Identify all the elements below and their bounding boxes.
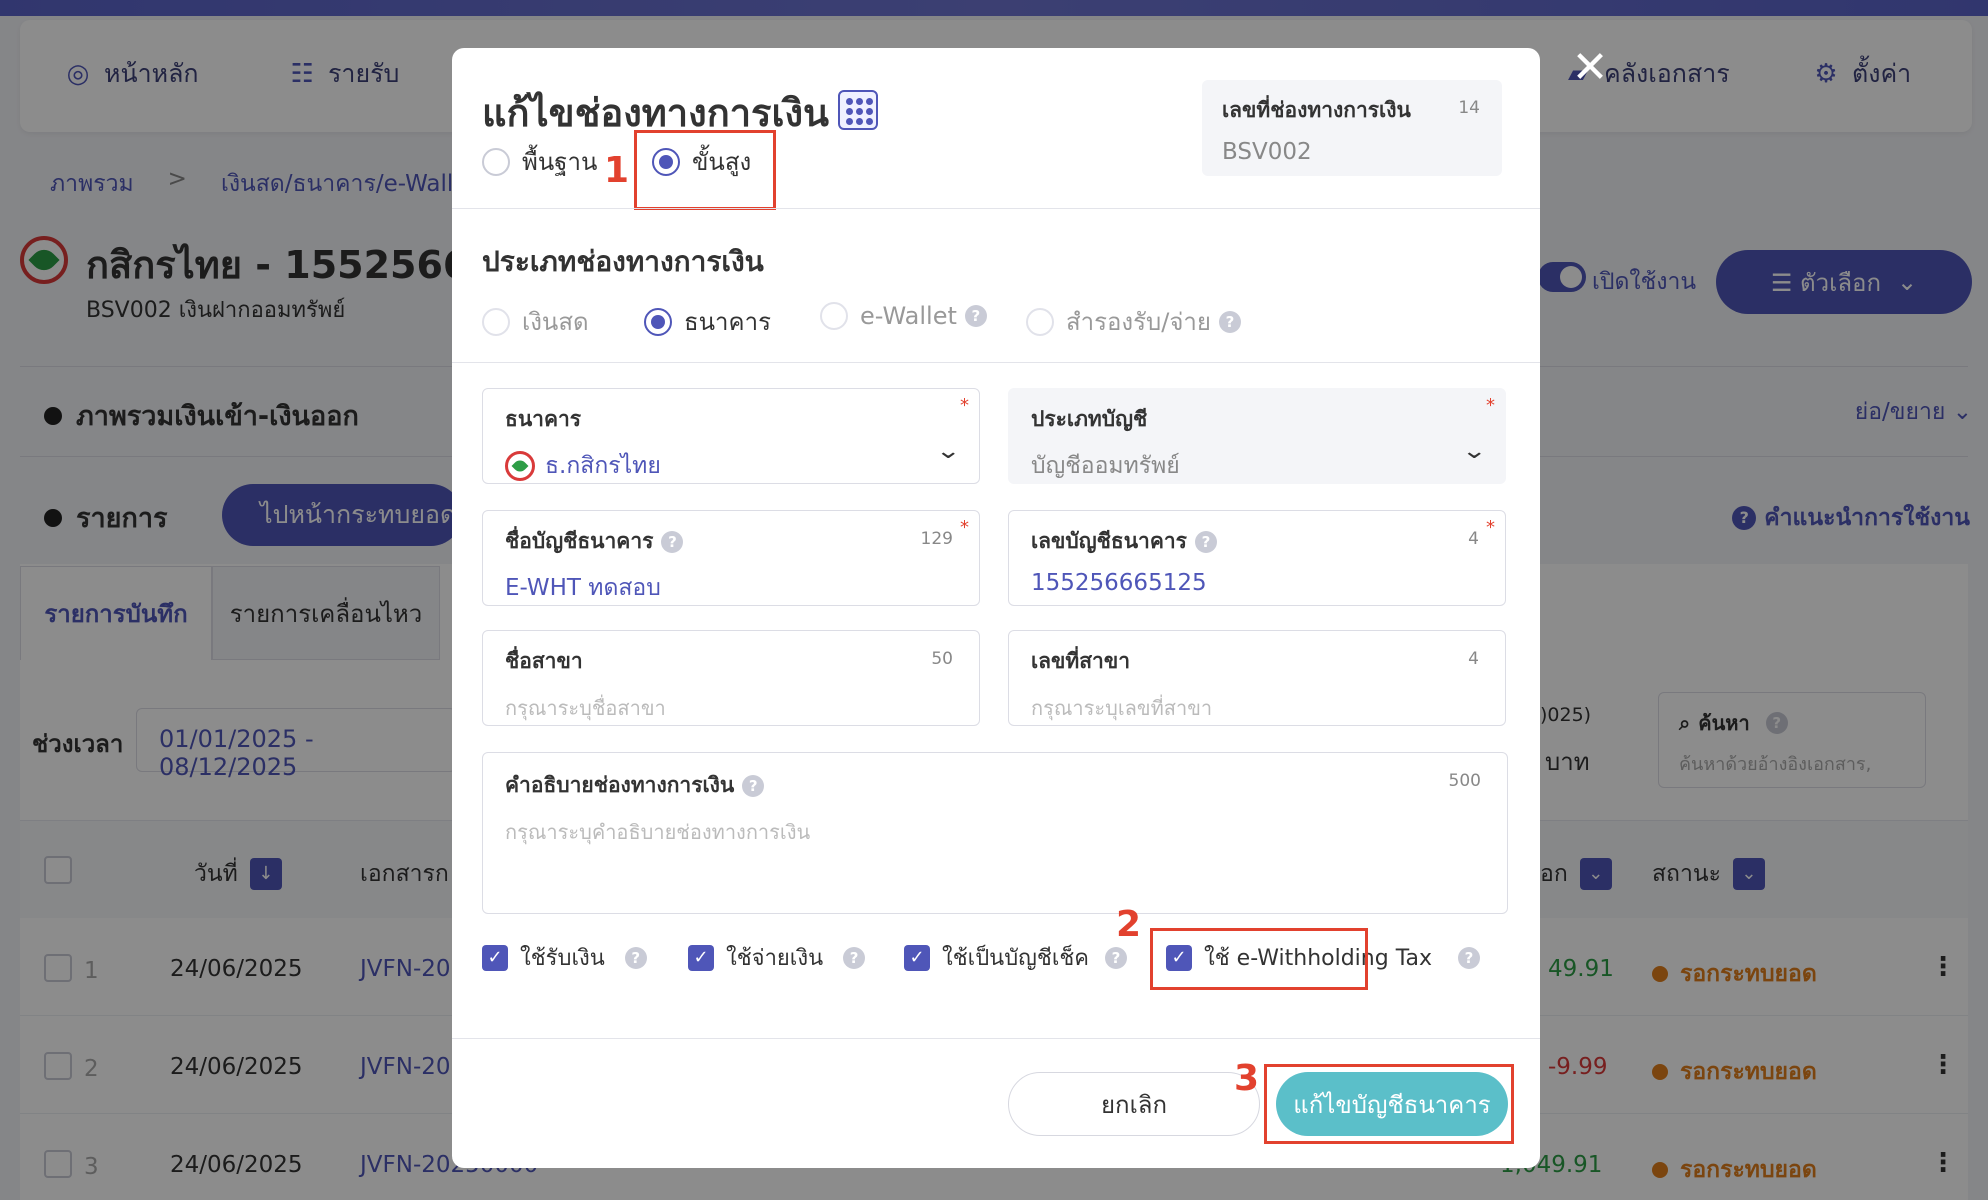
radio-icon [1026,307,1054,336]
help-icon[interactable]: ? [742,774,765,797]
help-icon[interactable]: ? [624,946,647,969]
radio-icon [820,302,848,330]
divider [452,1038,1540,1039]
kbank-logo-icon [505,451,535,481]
checkbox-checked-icon: ✓ [482,944,508,971]
pay-checkbox-label: ใช้จ่ายเงิน [726,946,824,971]
char-count: 4 [1468,529,1479,549]
account-type-value: บัญชีออมทรัพย์ [1031,453,1180,479]
account-number-label: เลขบัญชีธนาคาร [1031,529,1187,553]
close-icon[interactable]: ✕ [1570,46,1610,90]
char-count: 500 [1448,771,1481,791]
mode-basic-radio[interactable]: พื้นฐาน [482,142,597,181]
bank-value: ธ.กสิกรไทย [545,453,661,479]
type-bank-radio[interactable]: ธนาคาร [644,302,771,341]
channel-type-title: ประเภทช่องทางการเงิน [482,245,764,278]
chevron-down-icon: ⌄ [1460,439,1487,464]
type-cash-label: เงินสด [522,308,589,336]
account-name-label: ชื่อบัญชีธนาคาร [505,529,654,553]
help-icon[interactable]: ? [1194,530,1217,553]
pay-checkbox[interactable]: ✓ ใช้จ่ายเงิน ? [688,940,866,975]
highlight-box-advanced [634,130,776,210]
help-icon[interactable]: ? [661,530,684,553]
description-label: คำอธิบายช่องทางการเงิน [505,773,735,797]
account-name-label-row: ชื่อบัญชีธนาคาร ? [505,525,957,558]
type-ewallet-label: e-Wallet [860,302,957,330]
doc-number-box: เลขที่ช่องทางการเงิน 14 BSV002 [1202,80,1502,176]
description-field[interactable]: คำอธิบายช่องทางการเงิน ? กรุณาระบุคำอธิบ… [482,752,1508,914]
help-icon[interactable]: ? [1105,946,1128,969]
branch-name-field[interactable]: ชื่อสาขา กรุณาระบุชื่อสาขา 50 [482,630,980,726]
help-icon[interactable]: ? [843,946,866,969]
divider [452,362,1540,363]
branch-number-label: เลขที่สาขา [1031,649,1131,673]
checkbox-checked-icon: ✓ [904,944,930,971]
branch-name-placeholder: กรุณาระบุชื่อสาขา [505,696,666,720]
receive-checkbox-label: ใช้รับเงิน [520,946,605,971]
help-icon[interactable]: ? [964,305,987,327]
branch-number-field[interactable]: เลขที่สาขา กรุณาระบุเลขที่สาขา 4 [1008,630,1506,726]
annotation-number: 2 [1116,904,1142,945]
account-name-value: E-WHT ทดสอบ [505,575,661,601]
highlight-box-ewht [1150,928,1368,990]
required-mark: * [960,395,969,416]
radio-icon [482,307,510,336]
char-count: 50 [931,649,953,669]
type-reserve-label: สำรองรับ/จ่าย [1066,308,1211,336]
doc-number-value: BSV002 [1222,139,1312,165]
help-icon[interactable]: ? [1218,310,1241,333]
receive-checkbox[interactable]: ✓ ใช้รับเงิน ? [482,940,647,975]
char-count: 4 [1468,649,1479,669]
help-icon[interactable]: ? [1458,946,1480,969]
type-bank-label: ธนาคาร [684,308,771,336]
annotation-number: 3 [1234,1058,1260,1099]
required-mark: * [1486,395,1495,416]
apps-grid-icon[interactable] [838,90,878,130]
account-number-field[interactable]: เลขบัญชีธนาคาร ? 155256665125 4 * [1008,510,1506,606]
description-label-row: คำอธิบายช่องทางการเงิน ? [505,769,1485,802]
required-mark: * [960,517,969,538]
chevron-down-icon: ⌄ [934,439,961,464]
branch-number-placeholder: กรุณาระบุเลขที่สาขา [1031,696,1213,720]
highlight-box-save [1264,1064,1514,1144]
bank-label: ธนาคาร [505,407,582,431]
radio-selected-icon [644,307,672,336]
mode-basic-label: พื้นฐาน [522,148,598,176]
required-mark: * [1486,517,1495,538]
branch-name-label: ชื่อสาขา [505,649,583,673]
description-placeholder: กรุณาระบุคำอธิบายช่องทางการเงิน [505,820,811,844]
account-type-select[interactable]: ประเภทบัญชี บัญชีออมทรัพย์ * ⌄ [1008,388,1506,484]
type-cash-radio[interactable]: เงินสด [482,302,589,341]
cheque-account-checkbox-label: ใช้เป็นบัญชีเช็ค [942,946,1090,971]
account-number-label-row: เลขบัญชีธนาคาร ? [1031,525,1483,558]
divider [452,208,1540,209]
account-number-value: 155256665125 [1031,570,1207,596]
edit-channel-modal: แก้ไขช่องทางการเงิน พื้นฐาน ขั้นสูง 1 เล… [452,48,1540,1168]
account-type-label: ประเภทบัญชี [1031,407,1148,431]
bank-value-row: ธ.กสิกรไทย [505,448,957,484]
type-ewallet-radio[interactable]: e-Wallet ? [820,302,987,330]
checkbox-checked-icon: ✓ [688,944,714,971]
doc-number-count: 14 [1458,98,1480,118]
type-reserve-radio[interactable]: สำรองรับ/จ่าย ? [1026,302,1241,341]
cheque-account-checkbox[interactable]: ✓ ใช้เป็นบัญชีเช็ค ? [904,940,1128,975]
account-name-field[interactable]: ชื่อบัญชีธนาคาร ? E-WHT ทดสอบ 129 * [482,510,980,606]
doc-number-label: เลขที่ช่องทางการเงิน [1222,98,1411,122]
radio-icon [482,147,510,176]
cancel-button[interactable]: ยกเลิก [1008,1072,1260,1136]
bank-select[interactable]: ธนาคาร ธ.กสิกรไทย * ⌄ [482,388,980,484]
char-count: 129 [920,529,953,549]
annotation-number: 1 [604,150,630,191]
